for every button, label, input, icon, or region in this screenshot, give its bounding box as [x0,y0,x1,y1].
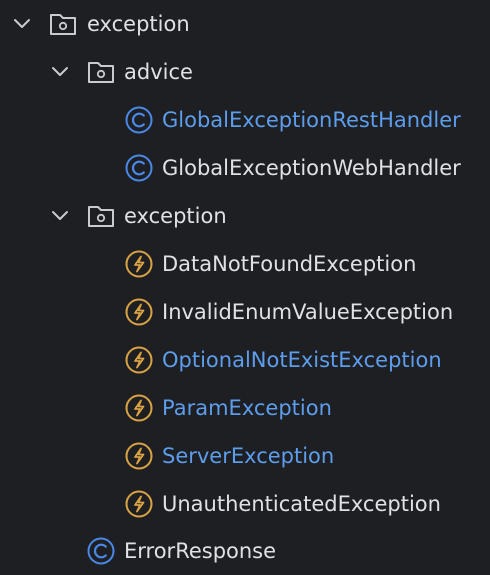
tree-item-error-response[interactable]: ErrorResponse [0,527,490,575]
tree-item-server-exception[interactable]: ServerException [0,432,490,480]
tree-item-label: advice [124,60,193,84]
exception-icon [124,249,154,279]
tree-item-data-not-found-exception[interactable]: DataNotFoundException [0,240,490,288]
exception-icon [124,345,154,375]
tree-item-global-exception-rest-handler[interactable]: GlobalExceptionRestHandler [0,96,490,144]
class-icon [124,105,154,135]
tree-item-label: ErrorResponse [124,539,277,563]
tree-item-global-exception-web-handler[interactable]: GlobalExceptionWebHandler [0,144,490,192]
chevron-down-icon[interactable] [48,60,72,84]
tree-item-label: ParamException [162,396,332,420]
tree-item-exception-package[interactable]: exception [0,0,490,48]
tree-item-label: exception [124,204,227,228]
tree-item-param-exception[interactable]: ParamException [0,384,490,432]
chevron-down-icon[interactable] [48,204,72,228]
tree-item-label: OptionalNotExistException [162,348,442,372]
folder-icon [86,201,116,231]
tree-item-label: UnauthenticatedException [162,492,441,516]
exception-icon [124,441,154,471]
tree-item-label: exception [87,12,190,36]
chevron-down-icon[interactable] [10,12,34,36]
class-icon [124,153,154,183]
tree-item-label: GlobalExceptionWebHandler [162,156,461,180]
tree-item-label: GlobalExceptionRestHandler [162,108,461,132]
tree-item-unauthenticated-exception[interactable]: UnauthenticatedException [0,480,490,528]
exception-icon [124,297,154,327]
project-tree: exception advice GlobalExceptionRestHand… [0,0,490,575]
tree-item-label: DataNotFoundException [162,252,417,276]
tree-item-advice-package[interactable]: advice [0,48,490,96]
class-icon [86,536,116,566]
exception-icon [124,393,154,423]
folder-icon [48,9,78,39]
exception-icon [124,489,154,519]
tree-item-optional-not-exist-exception[interactable]: OptionalNotExistException [0,336,490,384]
tree-item-label: InvalidEnumValueException [162,300,454,324]
tree-item-label: ServerException [162,444,335,468]
tree-item-exception-subpackage[interactable]: exception [0,192,490,240]
folder-icon [86,57,116,87]
tree-item-invalid-enum-value-exception[interactable]: InvalidEnumValueException [0,288,490,336]
